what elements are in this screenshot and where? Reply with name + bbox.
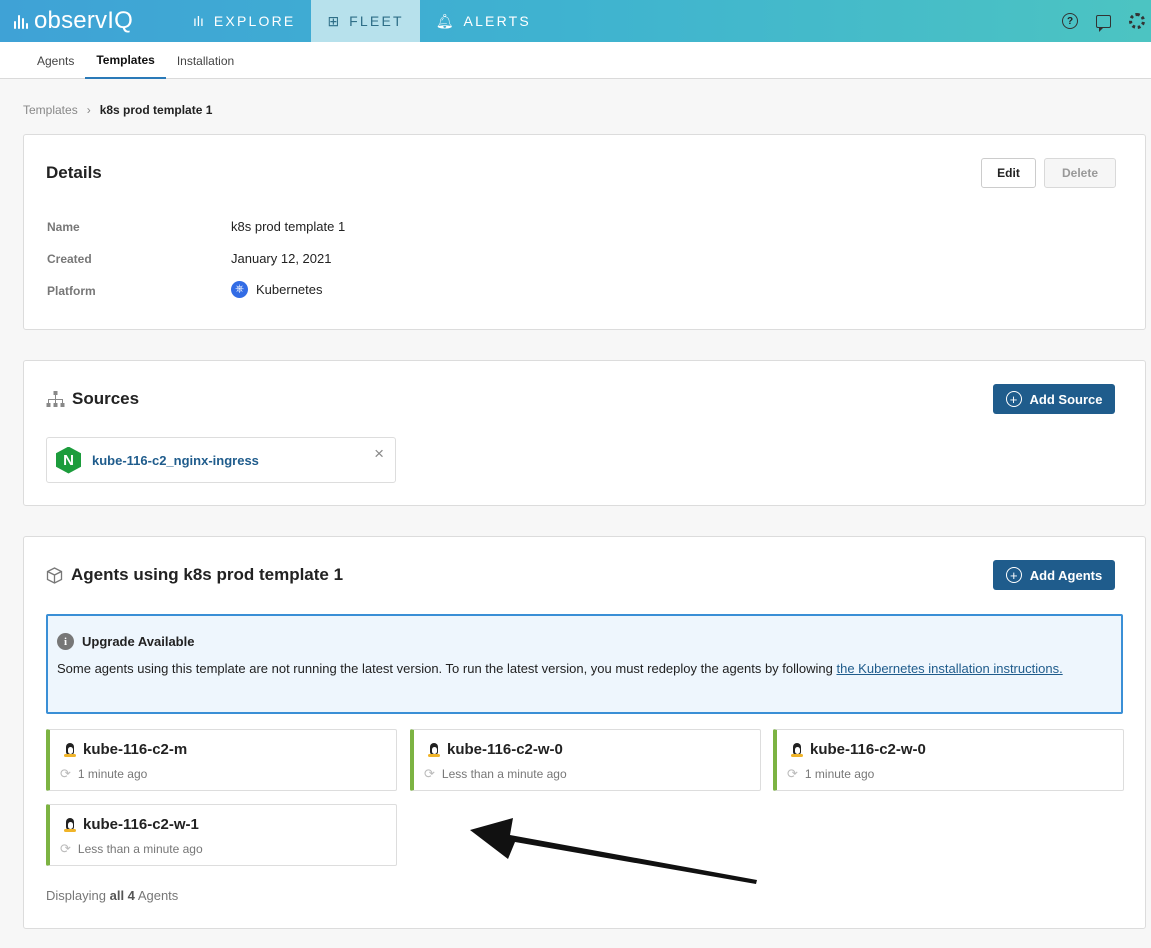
bar-chart-icon: ılı xyxy=(193,13,204,29)
linux-icon xyxy=(64,817,76,832)
agent-name[interactable]: kube-116-c2-w-0 xyxy=(447,741,563,758)
alert-title: Upgrade Available xyxy=(82,634,195,649)
agent-name-row: kube-116-c2-w-0 xyxy=(791,741,926,758)
alert-title-row: i Upgrade Available xyxy=(57,633,1121,650)
agent-time-text: Less than a minute ago xyxy=(77,842,203,856)
cube-icon xyxy=(46,566,63,584)
alert-body-text: Some agents using this template are not … xyxy=(57,661,837,676)
detail-created-text: January 12, 2021 xyxy=(231,251,332,266)
source-card[interactable]: N kube-116-c2_nginx-ingress × xyxy=(46,437,396,483)
nginx-icon: N xyxy=(56,446,81,474)
nav-explore[interactable]: ılı EXPLORE xyxy=(177,0,311,42)
linux-icon xyxy=(428,742,440,757)
nav-alerts-label: ALERTS xyxy=(463,13,531,29)
delete-button[interactable]: Delete xyxy=(1044,158,1116,188)
agent-card[interactable]: kube-116-c2-m ⟳ 1 minute ago xyxy=(46,729,397,791)
sync-icon: ⟳ xyxy=(60,841,71,856)
logo-text: observIQ xyxy=(34,7,133,34)
breadcrumb-templates-link[interactable]: Templates xyxy=(23,103,78,117)
fleet-subtabs: Agents Templates Installation xyxy=(0,42,1151,79)
agent-card[interactable]: kube-116-c2-w-0 ⟳ 1 minute ago xyxy=(773,729,1124,791)
sitemap-icon xyxy=(46,390,65,407)
detail-name-value: k8s prod template 1 xyxy=(231,219,345,234)
agent-name[interactable]: kube-116-c2-w-0 xyxy=(810,741,926,758)
footer-prefix: Displaying xyxy=(46,888,106,903)
nav-alerts[interactable]: 🔔︎ ALERTS xyxy=(420,0,547,42)
breadcrumb: Templates › k8s prod template 1 xyxy=(23,103,212,117)
detail-platform-value: ⎈ Kubernetes xyxy=(231,281,323,298)
agent-card[interactable]: kube-116-c2-w-1 ⟳ Less than a minute ago xyxy=(46,804,397,866)
nav-fleet-label: FLEET xyxy=(349,13,404,29)
breadcrumb-current: k8s prod template 1 xyxy=(99,103,213,117)
logo-mark-icon xyxy=(12,9,32,33)
tab-agents[interactable]: Agents xyxy=(26,42,85,79)
agents-heading: Agents using k8s prod template 1 xyxy=(46,565,343,585)
source-link[interactable]: kube-116-c2_nginx-ingress xyxy=(92,453,259,468)
agents-count-footer: Displaying all 4 Agents xyxy=(46,888,178,903)
chat-icon[interactable] xyxy=(1096,14,1111,32)
agent-name-row: kube-116-c2-m xyxy=(64,741,187,758)
agent-name[interactable]: kube-116-c2-m xyxy=(83,741,187,758)
tab-installation[interactable]: Installation xyxy=(166,42,245,79)
sources-title: Sources xyxy=(72,389,140,408)
detail-created-label: Created xyxy=(47,252,92,266)
details-title: Details xyxy=(46,163,102,182)
upgrade-alert: i Upgrade Available Some agents using th… xyxy=(46,614,1123,714)
alert-body: Some agents using this template are not … xyxy=(57,659,1067,679)
observiq-logo[interactable]: observIQ xyxy=(0,0,177,42)
agent-time-text: 1 minute ago xyxy=(77,767,148,781)
agents-panel: Agents using k8s prod template 1 + Add A… xyxy=(23,536,1146,929)
add-agents-button[interactable]: + Add Agents xyxy=(993,560,1115,590)
details-panel: Details Edit Delete Name k8s prod templa… xyxy=(23,134,1146,330)
top-nav-bar: observIQ ılı EXPLORE ⊞ FLEET 🔔︎ ALERTS ? xyxy=(0,0,1151,42)
detail-platform-label: Platform xyxy=(47,284,96,298)
breadcrumb-separator: › xyxy=(86,103,91,117)
agents-title: Agents using k8s prod template 1 xyxy=(71,565,344,584)
sync-icon: ⟳ xyxy=(60,766,71,781)
remove-source-icon[interactable]: × xyxy=(374,444,384,464)
linux-icon xyxy=(791,742,803,757)
kubernetes-icon: ⎈ xyxy=(231,281,248,298)
edit-button[interactable]: Edit xyxy=(981,158,1036,188)
sync-icon: ⟳ xyxy=(424,766,435,781)
detail-name-label: Name xyxy=(47,220,80,234)
detail-platform-text: Kubernetes xyxy=(256,282,323,297)
nav-fleet[interactable]: ⊞ FLEET xyxy=(311,0,420,42)
settings-icon[interactable] xyxy=(1129,13,1145,29)
sync-icon: ⟳ xyxy=(787,766,798,781)
sources-panel: Sources + Add Source N kube-116-c2_nginx… xyxy=(23,360,1146,506)
agent-time-text: 1 minute ago xyxy=(804,767,875,781)
plus-circle-icon: + xyxy=(1005,567,1022,583)
agent-last-seen: ⟳ 1 minute ago xyxy=(787,766,874,782)
agent-time-text: Less than a minute ago xyxy=(441,767,567,781)
agent-name-row: kube-116-c2-w-1 xyxy=(64,816,199,833)
agent-card[interactable]: kube-116-c2-w-0 ⟳ Less than a minute ago xyxy=(410,729,761,791)
detail-created-value: January 12, 2021 xyxy=(231,251,331,266)
top-right-icons: ? xyxy=(1062,13,1151,32)
grid-icon: ⊞ xyxy=(327,12,340,29)
info-icon: i xyxy=(57,633,74,650)
agent-last-seen: ⟳ Less than a minute ago xyxy=(424,766,567,782)
add-source-button[interactable]: + Add Source xyxy=(993,384,1115,414)
agent-name-row: kube-116-c2-w-0 xyxy=(428,741,563,758)
agent-name[interactable]: kube-116-c2-w-1 xyxy=(83,816,199,833)
sources-heading: Sources xyxy=(46,389,139,409)
nav-explore-label: EXPLORE xyxy=(213,13,296,29)
agent-last-seen: ⟳ 1 minute ago xyxy=(60,766,147,782)
bell-icon: 🔔︎ xyxy=(435,12,454,29)
tab-templates[interactable]: Templates xyxy=(85,42,166,79)
linux-icon xyxy=(64,742,76,757)
kubernetes-instructions-link[interactable]: the Kubernetes installation instructions… xyxy=(837,661,1063,676)
help-icon[interactable]: ? xyxy=(1062,13,1078,29)
footer-count: all 4 xyxy=(109,888,135,903)
add-agents-label: Add Agents xyxy=(1029,567,1103,583)
footer-suffix: Agents xyxy=(137,888,179,903)
plus-circle-icon: + xyxy=(1005,391,1022,407)
add-source-label: Add Source xyxy=(1029,391,1103,407)
agent-last-seen: ⟳ Less than a minute ago xyxy=(60,841,203,857)
detail-name-text: k8s prod template 1 xyxy=(231,219,346,234)
